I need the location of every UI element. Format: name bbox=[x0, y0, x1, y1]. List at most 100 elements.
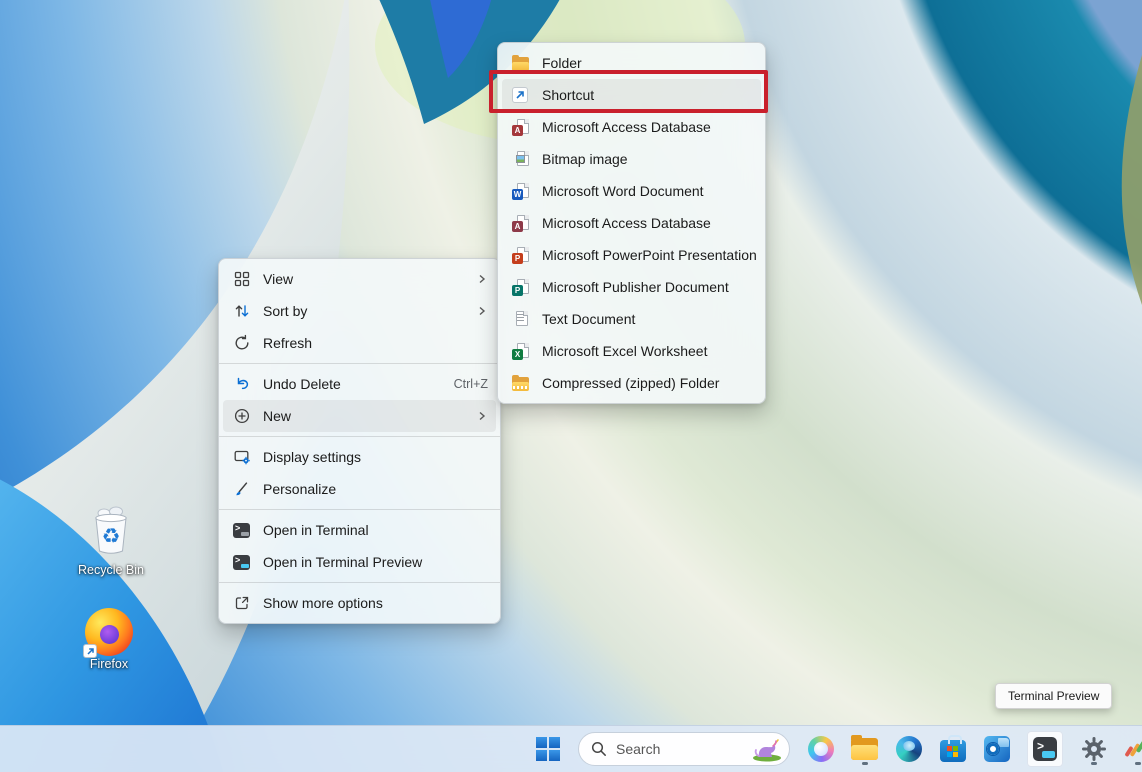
start-button[interactable] bbox=[534, 731, 561, 767]
sort-icon bbox=[233, 302, 253, 320]
chevron-right-icon bbox=[476, 273, 488, 285]
desktop: ♻ Recycle Bin Firefox View bbox=[0, 0, 1142, 772]
menu-separator bbox=[219, 436, 500, 437]
settings-taskbar-icon[interactable] bbox=[1080, 731, 1107, 767]
access-icon-maroon: A bbox=[512, 214, 532, 232]
taskbar: > bbox=[0, 725, 1142, 772]
recycle-bin-desktop-icon[interactable]: ♻ Recycle Bin bbox=[71, 505, 151, 577]
menu-item-refresh[interactable]: Refresh bbox=[223, 327, 496, 359]
svg-text:♻: ♻ bbox=[102, 524, 121, 548]
chevron-right-icon bbox=[476, 305, 488, 317]
edge-taskbar-icon[interactable] bbox=[895, 731, 922, 767]
submenu-item-bitmap-image[interactable]: Bitmap image bbox=[502, 143, 761, 175]
running-indicator bbox=[862, 762, 868, 765]
zip-folder-icon bbox=[512, 374, 532, 392]
running-indicator bbox=[1091, 762, 1097, 765]
submenu-item-label: Bitmap image bbox=[542, 151, 628, 167]
submenu-item-shortcut[interactable]: Shortcut bbox=[502, 79, 761, 111]
submenu-item-label: Microsoft Access Database bbox=[542, 215, 711, 231]
powerpoint-icon: P bbox=[512, 246, 532, 264]
menu-item-label: View bbox=[263, 271, 293, 287]
submenu-item-label: Microsoft PowerPoint Presentation bbox=[542, 247, 757, 263]
menu-separator bbox=[219, 363, 500, 364]
menu-separator bbox=[219, 509, 500, 510]
access-icon: A bbox=[512, 118, 532, 136]
submenu-item-label: Text Document bbox=[542, 311, 635, 327]
menu-item-label: Open in Terminal Preview bbox=[263, 554, 422, 570]
submenu-item-access-database-2[interactable]: A Microsoft Access Database bbox=[502, 207, 761, 239]
menu-item-label: Open in Terminal bbox=[263, 522, 369, 538]
menu-item-open-in-terminal-preview[interactable]: > Open in Terminal Preview bbox=[223, 546, 496, 578]
submenu-item-label: Microsoft Access Database bbox=[542, 119, 711, 135]
bitmap-image-icon bbox=[512, 150, 532, 168]
excel-icon: X bbox=[512, 342, 532, 360]
firefox-label: Firefox bbox=[69, 657, 149, 671]
gear-icon bbox=[1081, 736, 1107, 762]
search-highlight-unicorn-icon[interactable] bbox=[749, 736, 785, 762]
menu-item-display-settings[interactable]: Display settings bbox=[223, 441, 496, 473]
folder-icon bbox=[512, 54, 532, 72]
search-icon bbox=[591, 741, 607, 757]
menu-item-label: Personalize bbox=[263, 481, 336, 497]
terminal-preview-icon: > bbox=[233, 553, 253, 571]
new-plus-icon bbox=[233, 407, 253, 425]
colorful-lines-app-taskbar-icon[interactable] bbox=[1124, 731, 1142, 767]
copilot-taskbar-icon[interactable] bbox=[807, 731, 834, 767]
undo-icon bbox=[233, 375, 253, 393]
show-more-options-icon bbox=[233, 594, 253, 612]
desktop-context-menu: View Sort by Refresh bbox=[218, 258, 501, 624]
menu-item-open-in-terminal[interactable]: > Open in Terminal bbox=[223, 514, 496, 546]
menu-item-undo-delete[interactable]: Undo Delete Ctrl+Z bbox=[223, 368, 496, 400]
submenu-item-label: Microsoft Word Document bbox=[542, 183, 704, 199]
submenu-item-label: Compressed (zipped) Folder bbox=[542, 375, 719, 391]
shortcut-arrow-badge bbox=[83, 644, 97, 658]
keyboard-shortcut: Ctrl+Z bbox=[454, 377, 488, 391]
word-icon: W bbox=[512, 182, 532, 200]
chevron-right-icon bbox=[476, 410, 488, 422]
text-document-icon bbox=[512, 310, 532, 328]
firefox-icon bbox=[85, 608, 133, 656]
taskbar-search-box[interactable] bbox=[578, 732, 790, 766]
menu-separator bbox=[219, 582, 500, 583]
menu-item-view[interactable]: View bbox=[223, 263, 496, 295]
menu-item-personalize[interactable]: Personalize bbox=[223, 473, 496, 505]
windows-logo-icon bbox=[535, 736, 561, 762]
microsoft-store-taskbar-icon[interactable] bbox=[939, 731, 966, 767]
submenu-item-word-document[interactable]: W Microsoft Word Document bbox=[502, 175, 761, 207]
search-input[interactable] bbox=[616, 741, 734, 757]
menu-item-new[interactable]: New bbox=[223, 400, 496, 432]
submenu-item-label: Shortcut bbox=[542, 87, 594, 103]
colorful-lines-icon bbox=[1125, 736, 1142, 762]
submenu-item-publisher-document[interactable]: P Microsoft Publisher Document bbox=[502, 271, 761, 303]
display-settings-icon bbox=[233, 448, 253, 466]
firefox-desktop-shortcut[interactable]: Firefox bbox=[69, 608, 149, 671]
submenu-item-compressed-folder[interactable]: Compressed (zipped) Folder bbox=[502, 367, 761, 399]
submenu-item-folder[interactable]: Folder bbox=[502, 47, 761, 79]
menu-item-label: Sort by bbox=[263, 303, 307, 319]
menu-item-show-more-options[interactable]: Show more options bbox=[223, 587, 496, 619]
personalize-brush-icon bbox=[233, 480, 253, 498]
shortcut-icon bbox=[512, 86, 532, 104]
submenu-item-label: Microsoft Publisher Document bbox=[542, 279, 729, 295]
submenu-item-powerpoint-presentation[interactable]: P Microsoft PowerPoint Presentation bbox=[502, 239, 761, 271]
menu-item-label: Undo Delete bbox=[263, 376, 341, 392]
refresh-icon bbox=[233, 334, 253, 352]
view-icon bbox=[233, 270, 253, 288]
recycle-bin-icon: ♻ bbox=[88, 505, 134, 557]
recycle-bin-label: Recycle Bin bbox=[71, 563, 151, 577]
submenu-item-label: Folder bbox=[542, 55, 582, 71]
taskbar-tooltip: Terminal Preview bbox=[995, 683, 1112, 709]
running-indicator bbox=[1135, 762, 1141, 765]
submenu-item-text-document[interactable]: Text Document bbox=[502, 303, 761, 335]
terminal-preview-taskbar-icon[interactable]: > bbox=[1027, 731, 1063, 767]
new-submenu: Folder Shortcut A Microsoft Access Datab… bbox=[497, 42, 766, 404]
terminal-icon: > bbox=[233, 521, 253, 539]
menu-item-label: Display settings bbox=[263, 449, 361, 465]
file-explorer-taskbar-icon[interactable] bbox=[851, 731, 878, 767]
menu-item-sort-by[interactable]: Sort by bbox=[223, 295, 496, 327]
menu-item-label: Show more options bbox=[263, 595, 383, 611]
publisher-icon: P bbox=[512, 278, 532, 296]
submenu-item-access-database[interactable]: A Microsoft Access Database bbox=[502, 111, 761, 143]
submenu-item-excel-worksheet[interactable]: X Microsoft Excel Worksheet bbox=[502, 335, 761, 367]
outlook-taskbar-icon[interactable] bbox=[983, 731, 1010, 767]
